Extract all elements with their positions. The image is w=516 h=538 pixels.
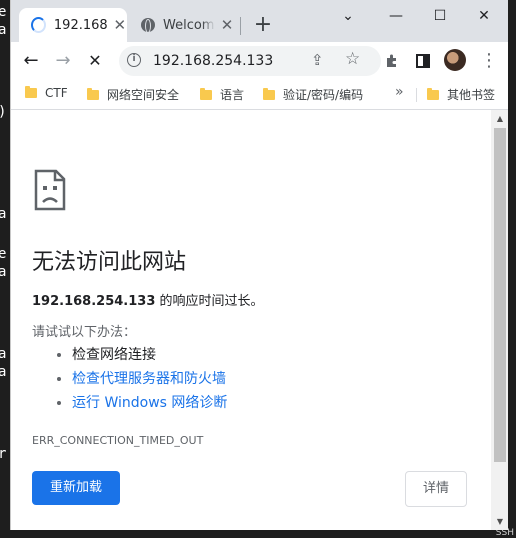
bookmark-label: 网络空间安全 bbox=[107, 88, 180, 102]
scroll-down-arrow-icon[interactable]: ▼ bbox=[495, 517, 505, 526]
new-tab-button[interactable]: + bbox=[251, 12, 275, 38]
bookmark-label: CTF bbox=[45, 86, 68, 100]
tab-title: 192.168.254.133 bbox=[53, 17, 109, 33]
globe-icon bbox=[141, 18, 155, 33]
tab-close-icon[interactable]: ✕ bbox=[112, 16, 127, 34]
bookmark-folder-security[interactable]: 网络空间安全 bbox=[87, 86, 179, 103]
stop-loading-button[interactable]: ✕ bbox=[83, 50, 107, 72]
sad-page-icon bbox=[34, 169, 66, 211]
loading-spinner-icon bbox=[31, 17, 46, 33]
error-desc-suffix: 的响应时间过长。 bbox=[155, 294, 264, 309]
bookmarks-divider bbox=[416, 88, 417, 102]
reload-button[interactable]: 重新加载 bbox=[32, 471, 120, 505]
browser-window: 192.168.254.133 ✕ Welcome ✕ + ⌄ — ☐ ✕ ← … bbox=[10, 0, 508, 530]
back-button[interactable]: ← bbox=[19, 50, 43, 72]
menu-kebab-icon[interactable]: ⋮ bbox=[477, 50, 501, 72]
terminal-char: e bbox=[0, 4, 7, 20]
page-scrollbar[interactable]: ▲ ▼ bbox=[491, 110, 508, 530]
browser-toolbar: ← → ✕ i 192.168.254.133 ⇪ ☆ ⋮ bbox=[11, 42, 508, 80]
folder-icon bbox=[87, 87, 99, 100]
tab-divider bbox=[240, 17, 241, 35]
suggestions-heading: 请试试以下办法： bbox=[32, 325, 137, 340]
folder-icon bbox=[427, 87, 439, 100]
terminal-char: a bbox=[0, 346, 7, 362]
bookmarks-bar: CTF 网络空间安全 语言 验证/密码/编码 » 其他书签 bbox=[11, 80, 508, 110]
folder-icon bbox=[25, 86, 37, 98]
terminal-char: a bbox=[0, 264, 7, 280]
tab-active[interactable]: 192.168.254.133 ✕ bbox=[19, 8, 127, 42]
bookmarks-overflow-chevron-icon[interactable]: » bbox=[395, 84, 404, 100]
terminal-char: a bbox=[0, 206, 7, 222]
bookmark-label: 验证/密码/编码 bbox=[283, 88, 364, 102]
folder-icon bbox=[200, 87, 212, 100]
address-bar[interactable]: i 192.168.254.133 ⇪ ☆ bbox=[119, 46, 381, 76]
background-taskbar: SSH bbox=[0, 528, 516, 538]
minimize-button[interactable]: — bbox=[381, 6, 411, 26]
site-info-icon[interactable]: i bbox=[127, 53, 141, 67]
folder-icon bbox=[263, 87, 275, 100]
bookmark-label: 语言 bbox=[220, 88, 245, 102]
tab-search-button[interactable]: ⌄ bbox=[333, 6, 363, 26]
bookmark-star-icon[interactable]: ☆ bbox=[345, 49, 360, 69]
side-panel-icon[interactable] bbox=[411, 50, 435, 72]
other-bookmarks-folder[interactable]: 其他书签 bbox=[427, 86, 495, 103]
error-title: 无法访问此网站 bbox=[32, 250, 187, 275]
scroll-up-arrow-icon[interactable]: ▲ bbox=[495, 114, 505, 123]
error-code: ERR_CONNECTION_TIMED_OUT bbox=[32, 434, 204, 447]
bookmark-folder-ctf[interactable]: CTF bbox=[25, 86, 68, 100]
maximize-button[interactable]: ☐ bbox=[425, 6, 455, 26]
error-page: 无法访问此网站 192.168.254.133 的响应时间过长。 请试试以下办法… bbox=[11, 110, 508, 530]
error-description: 192.168.254.133 的响应时间过长。 bbox=[32, 290, 264, 309]
share-icon[interactable]: ⇪ bbox=[311, 51, 324, 69]
tab-close-icon[interactable]: ✕ bbox=[219, 16, 235, 34]
terminal-char: r bbox=[0, 446, 7, 462]
address-url[interactable]: 192.168.254.133 bbox=[153, 53, 273, 69]
forward-button[interactable]: → bbox=[51, 50, 75, 72]
error-host: 192.168.254.133 bbox=[32, 294, 156, 309]
tab-title: Welcome bbox=[163, 17, 215, 33]
details-button[interactable]: 详情 bbox=[405, 471, 467, 507]
bookmark-folder-language[interactable]: 语言 bbox=[200, 86, 244, 103]
close-window-button[interactable]: ✕ bbox=[469, 6, 499, 26]
tab-welcome[interactable]: Welcome ✕ bbox=[133, 8, 239, 42]
suggestion-check-network: 检查网络连接 bbox=[72, 343, 227, 367]
terminal-char: a bbox=[0, 22, 7, 38]
terminal-char: a bbox=[0, 364, 7, 380]
background-terminal: e a ) a e a a a r bbox=[0, 0, 10, 538]
suggestion-check-proxy-link[interactable]: 检查代理服务器和防火墙 bbox=[72, 367, 227, 391]
terminal-char: e bbox=[0, 246, 7, 262]
scrollbar-thumb[interactable] bbox=[494, 128, 506, 462]
tab-strip: 192.168.254.133 ✕ Welcome ✕ + ⌄ — ☐ ✕ bbox=[11, 0, 508, 42]
suggestion-run-diagnostics-link[interactable]: 运行 Windows 网络诊断 bbox=[72, 391, 227, 415]
extensions-puzzle-icon[interactable] bbox=[380, 50, 404, 72]
profile-avatar[interactable] bbox=[444, 49, 466, 71]
suggestions-list: 检查网络连接 检查代理服务器和防火墙 运行 Windows 网络诊断 bbox=[32, 343, 227, 415]
terminal-char: ) bbox=[0, 104, 10, 120]
background-window-edge bbox=[508, 0, 516, 538]
bookmark-folder-crypto[interactable]: 验证/密码/编码 bbox=[263, 86, 363, 103]
other-bookmarks-label: 其他书签 bbox=[447, 88, 496, 102]
